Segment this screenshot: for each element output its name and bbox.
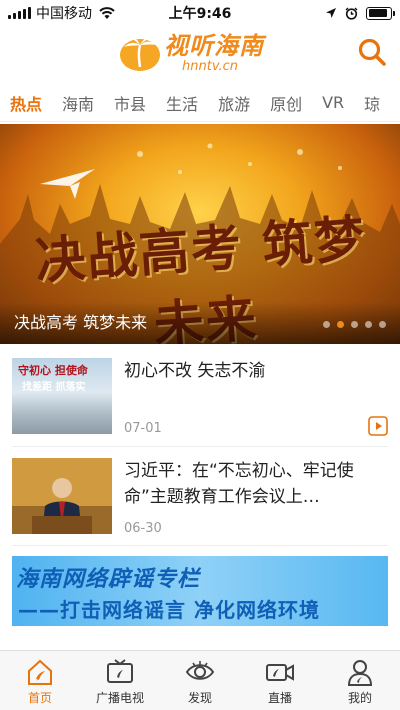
home-icon — [28, 659, 52, 685]
live-camera-icon — [266, 664, 294, 681]
bottom-navigation: 首页 广播电视 发现 直播 我的 — [0, 650, 400, 710]
search-icon — [358, 38, 386, 66]
tab-qiong[interactable]: 琼 — [354, 91, 390, 115]
tab-hot[interactable]: 热点 — [0, 91, 52, 115]
nav-home[interactable]: 首页 — [0, 651, 80, 710]
tab-vr[interactable]: VR — [312, 93, 354, 112]
logo-domain: hnntv.cn — [182, 58, 238, 74]
nav-label: 发现 — [187, 691, 212, 705]
thumbnail-text: 守初心 担使命 — [18, 364, 88, 377]
promo-title: 海南网络辟谣专栏 — [16, 567, 201, 592]
news-item[interactable]: 习近平：在“不忘初心、牢记使命”主题教育工作会议上… 06-30 — [12, 458, 388, 536]
category-tabs: 热点 海南 市县 生活 旅游 原创 VR 琼 — [0, 84, 400, 122]
nav-label: 首页 — [27, 691, 52, 705]
logo-palm-icon — [120, 37, 160, 71]
search-button[interactable] — [354, 34, 390, 70]
divider — [12, 545, 388, 546]
news-thumbnail: 守初心 担使命 找差距 抓落实 — [12, 358, 112, 434]
nav-discover[interactable]: 发现 — [160, 651, 240, 710]
banner-caption: 决战高考 筑梦未来 — [14, 313, 148, 332]
tab-city-county[interactable]: 市县 — [104, 91, 156, 115]
battery-icon — [366, 6, 395, 20]
divider — [12, 446, 388, 447]
nav-label: 我的 — [347, 691, 372, 705]
carousel-dot[interactable] — [365, 321, 372, 328]
tab-original[interactable]: 原创 — [260, 91, 312, 115]
alarm-icon — [345, 7, 358, 20]
signal-icon — [8, 7, 31, 19]
news-title: 习近平：在“不忘初心、牢记使命”主题教育工作会议上… — [124, 461, 354, 507]
status-bar: 中国移动 上午9:46 — [0, 0, 400, 26]
promo-subtitle: ——打击网络谣言 净化网络环境 — [18, 598, 320, 622]
nav-label: 广播电视 — [95, 691, 144, 705]
logo-title: 视听海南 — [164, 31, 264, 60]
carousel-dot[interactable] — [323, 321, 330, 328]
news-date: 06-30 — [124, 521, 162, 536]
user-icon — [347, 660, 373, 686]
nav-broadcast-tv[interactable]: 广播电视 — [80, 651, 160, 710]
tv-icon — [107, 659, 133, 683]
carrier-label: 中国移动 — [36, 6, 92, 22]
app-header: 视听海南 hnntv.cn — [0, 26, 400, 78]
news-title: 初心不改 矢志不渝 — [124, 361, 266, 381]
rumor-refutation-banner[interactable]: 海南网络辟谣专栏 ——打击网络谣言 净化网络环境 — [12, 556, 388, 626]
carousel-dot[interactable] — [351, 321, 358, 328]
news-date: 07-01 — [124, 421, 162, 436]
location-arrow-icon — [326, 8, 336, 18]
banner-carousel[interactable]: 决战高考 筑梦未来 决战高考 筑梦未来 — [0, 124, 400, 344]
app-logo: 视听海南 hnntv.cn — [118, 30, 288, 76]
nav-mine[interactable]: 我的 — [320, 651, 400, 710]
carousel-dot[interactable] — [337, 321, 344, 328]
tab-life[interactable]: 生活 — [156, 91, 208, 115]
tab-hainan[interactable]: 海南 — [52, 91, 104, 115]
nav-label: 直播 — [267, 691, 292, 705]
carousel-dots — [323, 321, 386, 328]
news-thumbnail — [12, 458, 112, 534]
video-play-icon — [368, 416, 388, 436]
wifi-icon — [98, 6, 116, 20]
nav-live[interactable]: 直播 — [240, 651, 320, 710]
carousel-dot[interactable] — [379, 321, 386, 328]
eye-icon — [185, 661, 215, 680]
thumbnail-text: 找差距 抓落实 — [22, 382, 86, 393]
tab-travel[interactable]: 旅游 — [208, 91, 260, 115]
news-item[interactable]: 守初心 担使命 找差距 抓落实 初心不改 矢志不渝 07-01 — [12, 358, 388, 436]
